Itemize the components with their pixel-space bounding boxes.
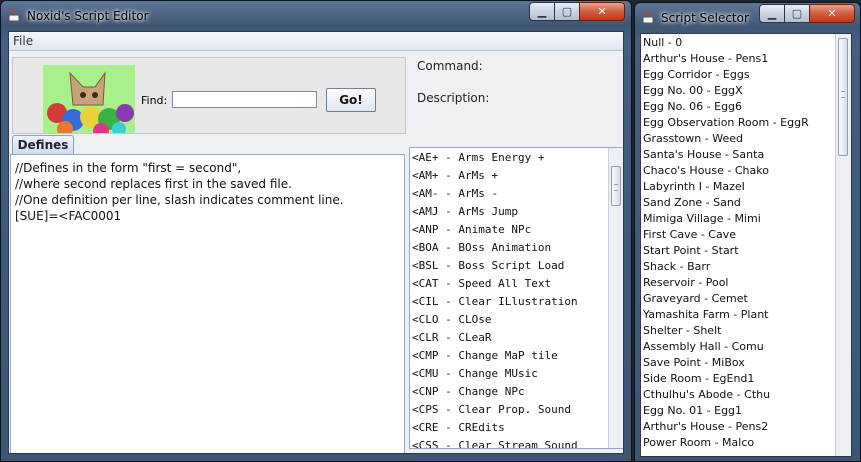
list-item[interactable]: First Cave - Cave — [643, 227, 809, 243]
list-item[interactable]: Start Point - Start — [643, 243, 809, 259]
script-list-scrollbar[interactable] — [835, 34, 851, 456]
close-button[interactable]: ✕ — [809, 4, 855, 23]
list-item[interactable]: <CMP - Change MaP tile — [412, 347, 608, 365]
close-button[interactable]: ✕ — [579, 2, 625, 21]
list-item[interactable]: Egg No. 01 - Egg1 — [643, 403, 809, 419]
list-item[interactable]: Save Point - MiBox — [643, 355, 809, 371]
list-item[interactable]: Cthulhu's Abode - Cthu — [643, 387, 809, 403]
list-item[interactable]: <AM+ - ArMs + — [412, 167, 608, 185]
selector-client-area: Null - 0 Arthur's House - Pens1 Egg Corr… — [640, 33, 852, 457]
script-list[interactable]: Null - 0 Arthur's House - Pens1 Egg Corr… — [641, 34, 837, 456]
list-item[interactable]: Null - 0 — [643, 35, 809, 51]
menu-bar: File — [9, 32, 623, 51]
list-item[interactable]: Power Room - Malco — [643, 435, 809, 451]
selector-title: Script Selector — [661, 11, 749, 25]
list-item[interactable]: Sand Zone - Sand — [643, 195, 809, 211]
list-item[interactable]: <CNP - Change NPc — [412, 383, 608, 401]
list-item[interactable]: <AE+ - Arms Energy + — [412, 149, 608, 167]
list-item[interactable]: Shelter - Shelt — [643, 323, 809, 339]
cat-yarn-image — [43, 65, 135, 133]
list-item[interactable]: Egg No. 06 - Egg6 — [643, 99, 809, 115]
scroll-thumb[interactable] — [838, 38, 848, 156]
list-item[interactable]: Egg Corridor - Eggs — [643, 67, 809, 83]
list-item[interactable]: <CAT - Speed All Text — [412, 275, 608, 293]
find-label: Find: — [141, 94, 168, 107]
list-item[interactable]: <CSS - Clear Stream Sound — [412, 437, 608, 448]
tab-defines[interactable]: Defines — [12, 135, 74, 155]
description-label: Description: — [417, 91, 490, 105]
list-item[interactable]: <BSL - Boss Script Load — [412, 257, 608, 275]
command-label: Command: — [417, 59, 483, 73]
list-item[interactable]: <CIL - Clear ILlustration — [412, 293, 608, 311]
list-item[interactable]: Grasstown - Weed — [643, 131, 809, 147]
minimize-button[interactable]: ▁ — [759, 4, 785, 23]
command-list[interactable]: <AE+ - Arms Energy + <AM+ - ArMs + <AM- … — [409, 147, 623, 449]
list-item[interactable]: Egg No. 00 - EggX — [643, 83, 809, 99]
java-app-icon — [642, 10, 656, 24]
editor-client-area: File Find: Go! Command: Description: Def… — [8, 31, 624, 454]
defines-line: //Defines in the form "first = second", — [15, 161, 242, 175]
list-item[interactable]: <AM- - ArMs - — [412, 185, 608, 203]
list-item[interactable]: <ANP - Animate NPc — [412, 221, 608, 239]
script-items: Null - 0 Arthur's House - Pens1 Egg Corr… — [643, 35, 809, 451]
list-item[interactable]: <CLO - CLOse — [412, 311, 608, 329]
find-input[interactable] — [172, 91, 317, 108]
defines-line: //One definition per line, slash indicat… — [15, 193, 344, 207]
maximize-button[interactable]: ▢ — [554, 2, 580, 21]
list-item[interactable]: Graveyard - Cemet — [643, 291, 809, 307]
defines-line: [SUE]=<FAC0001 — [15, 209, 122, 223]
editor-title-bar[interactable]: Noxid's Script Editor ▁ ▢ ✕ — [1, 1, 631, 31]
selector-title-bar[interactable]: Script Selector ▁ ▢ ✕ — [635, 3, 860, 33]
list-item[interactable]: Assembly Hall - Comu — [643, 339, 809, 355]
java-app-icon — [8, 8, 22, 22]
list-item[interactable]: Yamashita Farm - Plant — [643, 307, 809, 323]
menu-file[interactable]: File — [13, 34, 33, 48]
list-item[interactable]: Chaco's House - Chako — [643, 163, 809, 179]
defines-text-area[interactable]: //Defines in the form "first = second", … — [10, 154, 405, 453]
editor-title: Noxid's Script Editor — [27, 9, 149, 23]
command-items: <AE+ - Arms Energy + <AM+ - ArMs + <AM- … — [412, 149, 608, 448]
script-editor-window: Noxid's Script Editor ▁ ▢ ✕ File Find: G… — [0, 0, 632, 462]
defines-line: //where second replaces first in the sav… — [15, 177, 292, 191]
list-item[interactable]: <CLR - CLeaR — [412, 329, 608, 347]
list-item[interactable]: Santa's House - Santa — [643, 147, 809, 163]
go-button[interactable]: Go! — [326, 88, 376, 112]
list-item[interactable]: <CPS - Clear Prop. Sound — [412, 401, 608, 419]
maximize-button[interactable]: ▢ — [784, 4, 810, 23]
list-item[interactable]: <BOA - BOss Animation — [412, 239, 608, 257]
list-item[interactable]: Side Room - EgEnd1 — [643, 371, 809, 387]
list-item[interactable]: <AMJ - ArMs Jump — [412, 203, 608, 221]
list-item[interactable]: Egg Observation Room - EggR — [643, 115, 809, 131]
command-list-scrollbar[interactable] — [608, 148, 623, 448]
script-selector-window: Script Selector ▁ ▢ ✕ Null - 0 Arthur's … — [634, 2, 861, 462]
minimize-button[interactable]: ▁ — [529, 2, 555, 21]
list-item[interactable]: <CRE - CREdits — [412, 419, 608, 437]
list-item[interactable]: Arthur's House - Pens2 — [643, 419, 809, 435]
list-item[interactable]: <CMU - Change MUsic — [412, 365, 608, 383]
scroll-thumb[interactable] — [611, 166, 621, 206]
find-panel: Find: Go! — [12, 57, 406, 134]
list-item[interactable]: Mimiga Village - Mimi — [643, 211, 809, 227]
list-item[interactable]: Shack - Barr — [643, 259, 809, 275]
list-item[interactable]: Labyrinth I - MazeI — [643, 179, 809, 195]
list-item[interactable]: Reservoir - Pool — [643, 275, 809, 291]
list-item[interactable]: Arthur's House - Pens1 — [643, 51, 809, 67]
